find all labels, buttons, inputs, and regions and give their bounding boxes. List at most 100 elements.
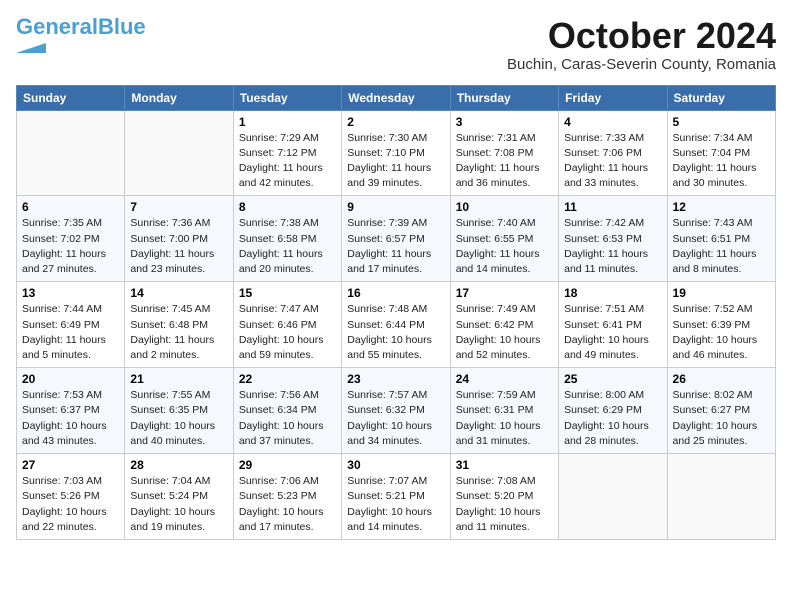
day-info: Sunrise: 7:57 AMSunset: 6:32 PMDaylight:… xyxy=(347,388,444,449)
day-info: Sunrise: 7:04 AMSunset: 5:24 PMDaylight:… xyxy=(130,474,227,535)
page-header: GeneralBlue October 2024 Buchin, Caras-S… xyxy=(16,16,776,73)
calendar-cell: 11 Sunrise: 7:42 AMSunset: 6:53 PMDayligh… xyxy=(559,196,667,282)
logo-blue: Blue xyxy=(98,14,146,39)
day-info: Sunrise: 7:03 AMSunset: 5:26 PMDaylight:… xyxy=(22,474,119,535)
calendar-cell: 14 Sunrise: 7:45 AMSunset: 6:48 PMDayligh… xyxy=(125,282,233,368)
day-info: Sunrise: 7:53 AMSunset: 6:37 PMDaylight:… xyxy=(22,388,119,449)
day-number: 9 xyxy=(347,200,444,214)
calendar-cell: 27 Sunrise: 7:03 AMSunset: 5:26 PMDayligh… xyxy=(17,454,125,540)
calendar-cell: 10 Sunrise: 7:40 AMSunset: 6:55 PMDayligh… xyxy=(450,196,558,282)
day-info: Sunrise: 7:47 AMSunset: 6:46 PMDaylight:… xyxy=(239,302,336,363)
day-number: 24 xyxy=(456,372,553,386)
calendar-cell: 3 Sunrise: 7:31 AMSunset: 7:08 PMDaylight… xyxy=(450,110,558,196)
calendar-week-4: 20 Sunrise: 7:53 AMSunset: 6:37 PMDayligh… xyxy=(17,368,776,454)
day-number: 2 xyxy=(347,115,444,129)
day-number: 16 xyxy=(347,286,444,300)
day-number: 30 xyxy=(347,458,444,472)
calendar-cell: 16 Sunrise: 7:48 AMSunset: 6:44 PMDayligh… xyxy=(342,282,450,368)
day-number: 23 xyxy=(347,372,444,386)
day-number: 28 xyxy=(130,458,227,472)
day-number: 26 xyxy=(673,372,770,386)
day-number: 10 xyxy=(456,200,553,214)
calendar-week-1: 1Sunrise: 7:29 AMSunset: 7:12 PMDaylight… xyxy=(17,110,776,196)
calendar-cell: 31Sunrise: 7:08 AMSunset: 5:20 PMDayligh… xyxy=(450,454,558,540)
calendar-cell: 8Sunrise: 7:38 AMSunset: 6:58 PMDaylight… xyxy=(233,196,341,282)
title-block: October 2024 Buchin, Caras-Severin Count… xyxy=(507,16,776,73)
day-info: Sunrise: 7:43 AMSunset: 6:51 PMDaylight:… xyxy=(673,216,770,277)
calendar-cell: 1Sunrise: 7:29 AMSunset: 7:12 PMDaylight… xyxy=(233,110,341,196)
calendar-week-2: 6 Sunrise: 7:35 AMSunset: 7:02 PMDaylight… xyxy=(17,196,776,282)
day-info: Sunrise: 8:02 AMSunset: 6:27 PMDaylight:… xyxy=(673,388,770,449)
day-info: Sunrise: 7:31 AMSunset: 7:08 PMDaylight:… xyxy=(456,131,553,192)
calendar-cell xyxy=(17,110,125,196)
day-info: Sunrise: 7:35 AMSunset: 7:02 PMDaylight:… xyxy=(22,216,119,277)
calendar-cell: 23 Sunrise: 7:57 AMSunset: 6:32 PMDayligh… xyxy=(342,368,450,454)
day-info: Sunrise: 8:00 AMSunset: 6:29 PMDaylight:… xyxy=(564,388,661,449)
logo: GeneralBlue xyxy=(16,16,146,48)
day-info: Sunrise: 7:40 AMSunset: 6:55 PMDaylight:… xyxy=(456,216,553,277)
calendar-cell: 21Sunrise: 7:55 AMSunset: 6:35 PMDayligh… xyxy=(125,368,233,454)
weekday-header-friday: Friday xyxy=(559,85,667,110)
calendar-cell: 20 Sunrise: 7:53 AMSunset: 6:37 PMDayligh… xyxy=(17,368,125,454)
day-info: Sunrise: 7:39 AMSunset: 6:57 PMDaylight:… xyxy=(347,216,444,277)
calendar-cell: 13 Sunrise: 7:44 AMSunset: 6:49 PMDayligh… xyxy=(17,282,125,368)
day-info: Sunrise: 7:07 AMSunset: 5:21 PMDaylight:… xyxy=(347,474,444,535)
calendar-cell xyxy=(667,454,775,540)
day-number: 7 xyxy=(130,200,227,214)
calendar-cell: 5Sunrise: 7:34 AMSunset: 7:04 PMDaylight… xyxy=(667,110,775,196)
day-info: Sunrise: 7:51 AMSunset: 6:41 PMDaylight:… xyxy=(564,302,661,363)
day-info: Sunrise: 7:08 AMSunset: 5:20 PMDaylight:… xyxy=(456,474,553,535)
day-info: Sunrise: 7:44 AMSunset: 6:49 PMDaylight:… xyxy=(22,302,119,363)
day-info: Sunrise: 7:45 AMSunset: 6:48 PMDaylight:… xyxy=(130,302,227,363)
logo-decoration xyxy=(16,40,46,48)
day-number: 13 xyxy=(22,286,119,300)
calendar-cell: 30 Sunrise: 7:07 AMSunset: 5:21 PMDayligh… xyxy=(342,454,450,540)
calendar-cell: 24 Sunrise: 7:59 AMSunset: 6:31 PMDayligh… xyxy=(450,368,558,454)
day-number: 4 xyxy=(564,115,661,129)
calendar-body: 1Sunrise: 7:29 AMSunset: 7:12 PMDaylight… xyxy=(17,110,776,539)
calendar-week-5: 27 Sunrise: 7:03 AMSunset: 5:26 PMDayligh… xyxy=(17,454,776,540)
day-info: Sunrise: 7:38 AMSunset: 6:58 PMDaylight:… xyxy=(239,216,336,277)
calendar-cell: 29Sunrise: 7:06 AMSunset: 5:23 PMDayligh… xyxy=(233,454,341,540)
day-number: 14 xyxy=(130,286,227,300)
day-number: 6 xyxy=(22,200,119,214)
calendar-table: SundayMondayTuesdayWednesdayThursdayFrid… xyxy=(16,85,776,540)
calendar-cell: 18Sunrise: 7:51 AMSunset: 6:41 PMDayligh… xyxy=(559,282,667,368)
calendar-cell: 17Sunrise: 7:49 AMSunset: 6:42 PMDayligh… xyxy=(450,282,558,368)
weekday-header-wednesday: Wednesday xyxy=(342,85,450,110)
day-number: 27 xyxy=(22,458,119,472)
calendar-cell: 26 Sunrise: 8:02 AMSunset: 6:27 PMDayligh… xyxy=(667,368,775,454)
calendar-cell: 12 Sunrise: 7:43 AMSunset: 6:51 PMDayligh… xyxy=(667,196,775,282)
day-info: Sunrise: 7:48 AMSunset: 6:44 PMDaylight:… xyxy=(347,302,444,363)
weekday-header-saturday: Saturday xyxy=(667,85,775,110)
day-info: Sunrise: 7:29 AMSunset: 7:12 PMDaylight:… xyxy=(239,131,336,192)
day-info: Sunrise: 7:59 AMSunset: 6:31 PMDaylight:… xyxy=(456,388,553,449)
calendar-cell: 7 Sunrise: 7:36 AMSunset: 7:00 PMDaylight… xyxy=(125,196,233,282)
calendar-cell: 2Sunrise: 7:30 AMSunset: 7:10 PMDaylight… xyxy=(342,110,450,196)
day-number: 25 xyxy=(564,372,661,386)
day-number: 3 xyxy=(456,115,553,129)
calendar-cell: 22Sunrise: 7:56 AMSunset: 6:34 PMDayligh… xyxy=(233,368,341,454)
day-info: Sunrise: 7:36 AMSunset: 7:00 PMDaylight:… xyxy=(130,216,227,277)
day-number: 19 xyxy=(673,286,770,300)
day-number: 22 xyxy=(239,372,336,386)
day-number: 12 xyxy=(673,200,770,214)
calendar-cell: 19 Sunrise: 7:52 AMSunset: 6:39 PMDayligh… xyxy=(667,282,775,368)
calendar-cell: 9 Sunrise: 7:39 AMSunset: 6:57 PMDaylight… xyxy=(342,196,450,282)
location-title: Buchin, Caras-Severin County, Romania xyxy=(507,56,776,73)
day-info: Sunrise: 7:42 AMSunset: 6:53 PMDaylight:… xyxy=(564,216,661,277)
day-info: Sunrise: 7:55 AMSunset: 6:35 PMDaylight:… xyxy=(130,388,227,449)
day-number: 11 xyxy=(564,200,661,214)
logo-text: GeneralBlue xyxy=(16,16,146,38)
day-number: 29 xyxy=(239,458,336,472)
day-number: 20 xyxy=(22,372,119,386)
weekday-header-sunday: Sunday xyxy=(17,85,125,110)
calendar-cell xyxy=(559,454,667,540)
calendar-header-row: SundayMondayTuesdayWednesdayThursdayFrid… xyxy=(17,85,776,110)
calendar-cell: 28 Sunrise: 7:04 AMSunset: 5:24 PMDayligh… xyxy=(125,454,233,540)
day-info: Sunrise: 7:52 AMSunset: 6:39 PMDaylight:… xyxy=(673,302,770,363)
weekday-header-tuesday: Tuesday xyxy=(233,85,341,110)
weekday-header-monday: Monday xyxy=(125,85,233,110)
day-number: 15 xyxy=(239,286,336,300)
day-info: Sunrise: 7:49 AMSunset: 6:42 PMDaylight:… xyxy=(456,302,553,363)
